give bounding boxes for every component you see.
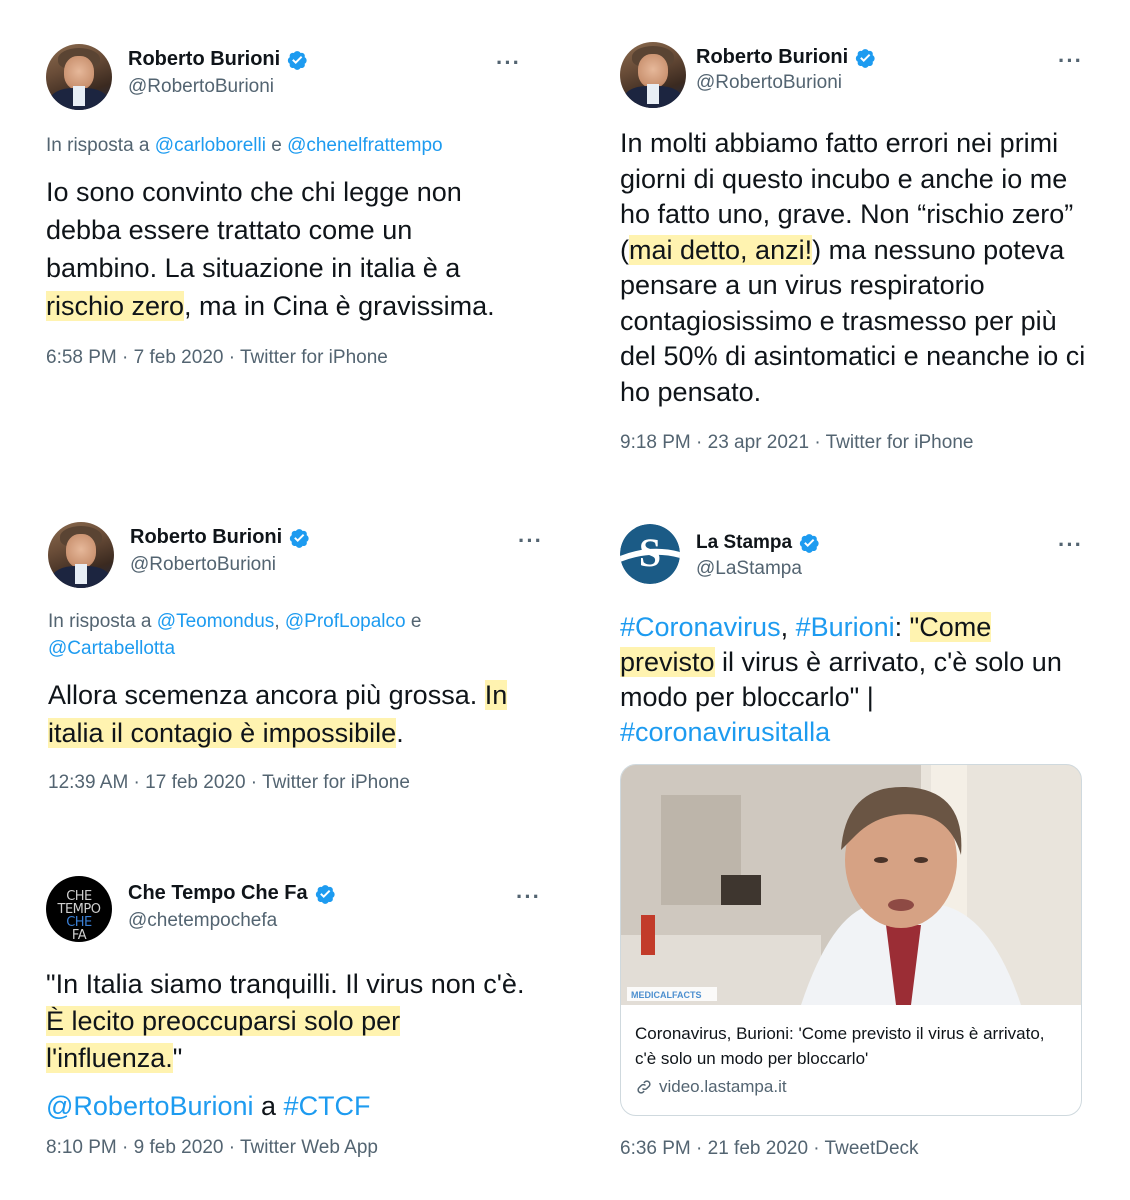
- video-frame-image: MEDICALFACTS: [621, 765, 1081, 1005]
- author-handle[interactable]: @RobertoBurioni: [696, 72, 842, 94]
- tweet-text: Allora scemenza ancora più grossa. In it…: [48, 680, 508, 748]
- author-name[interactable]: Roberto Burioni: [130, 526, 282, 549]
- mention-link[interactable]: @Cartabellotta: [48, 638, 175, 659]
- tweet-burioni-1[interactable]: Roberto Burioni @RobertoBurioni ··· In r…: [46, 44, 526, 369]
- mention-link[interactable]: @ProfLopalco: [285, 611, 406, 632]
- card-domain[interactable]: video.lastampa.it: [635, 1077, 787, 1097]
- avatar[interactable]: CHE TEMPO CHE FA: [46, 876, 112, 942]
- verified-badge-icon: [288, 527, 310, 549]
- verified-badge-icon: [286, 49, 308, 71]
- lastampa-logo-icon: S: [620, 524, 680, 584]
- svg-text:S: S: [639, 530, 661, 575]
- author-handle[interactable]: @LaStampa: [696, 558, 802, 580]
- tweet-timestamp[interactable]: 9:18 PM · 23 apr 2021 · Twitter for iPho…: [620, 432, 1090, 454]
- tweet-mentions: @RobertoBurioni a #CTCF: [46, 1091, 371, 1121]
- tweet-text: "In Italia siamo tranquilli. Il virus no…: [46, 969, 525, 1073]
- tweet-timestamp[interactable]: 8:10 PM · 9 feb 2020 · Twitter Web App: [46, 1137, 536, 1159]
- verified-badge-icon: [798, 532, 820, 554]
- tweet-lastampa[interactable]: S La Stampa @LaStampa ··· #Coronavirus, …: [620, 524, 1090, 750]
- video-thumbnail[interactable]: MEDICALFACTS: [621, 765, 1081, 1005]
- hashtag-link[interactable]: #coronavirusitalla: [620, 717, 830, 747]
- author-name[interactable]: Roberto Burioni: [696, 46, 848, 69]
- reply-context: In risposta a @Teomondus, @ProfLopalco e…: [48, 611, 422, 659]
- tweet-timestamp[interactable]: 6:58 PM · 7 feb 2020 · Twitter for iPhon…: [46, 347, 526, 369]
- more-options-icon[interactable]: ···: [1058, 532, 1083, 558]
- mention-link[interactable]: @carloborelli: [155, 135, 266, 156]
- tweet-burioni-2[interactable]: Roberto Burioni @RobertoBurioni ··· In m…: [620, 42, 1090, 454]
- tweet-burioni-3[interactable]: Roberto Burioni @RobertoBurioni ··· In r…: [48, 522, 542, 794]
- tweet-text: Io sono convinto che chi legge non debba…: [46, 177, 495, 321]
- author-name[interactable]: Che Tempo Che Fa: [128, 882, 308, 905]
- ctcf-logo: CHE TEMPO CHE FA: [57, 889, 101, 942]
- author-name[interactable]: Roberto Burioni: [128, 48, 280, 71]
- tweet-timestamp[interactable]: 12:39 AM · 17 feb 2020 · Twitter for iPh…: [48, 772, 528, 794]
- mention-link[interactable]: @RobertoBurioni: [46, 1091, 254, 1121]
- tweet-chetempochefa[interactable]: CHE TEMPO CHE FA Che Tempo Che Fa @chete…: [46, 876, 540, 1159]
- tweet-timestamp[interactable]: 6:36 PM · 21 feb 2020 · TweetDeck: [620, 1138, 919, 1160]
- more-options-icon[interactable]: ···: [1058, 48, 1083, 74]
- link-icon: [637, 1080, 651, 1094]
- more-options-icon[interactable]: ···: [496, 50, 521, 76]
- mention-link[interactable]: @chenelfrattempo: [287, 135, 443, 156]
- highlight: mai detto, anzi!: [629, 234, 813, 265]
- verified-badge-icon: [854, 47, 876, 69]
- author-name[interactable]: La Stampa: [696, 532, 792, 554]
- reply-context: In risposta a @carloborelli e @chenelfra…: [46, 135, 443, 156]
- medicalfacts-watermark: MEDICALFACTS: [631, 990, 702, 1000]
- highlight: È lecito preoccuparsi solo per l'influen…: [46, 1006, 401, 1073]
- avatar[interactable]: [620, 42, 686, 108]
- tweet-text: #Coronavirus, #Burioni: "Come previsto i…: [620, 612, 1062, 747]
- card-title[interactable]: Coronavirus, Burioni: 'Come previsto il …: [635, 1021, 1065, 1071]
- hashtag-link[interactable]: #Coronavirus: [620, 612, 781, 642]
- author-handle[interactable]: @RobertoBurioni: [130, 554, 276, 576]
- avatar[interactable]: [48, 522, 114, 588]
- hashtag-link[interactable]: #CTCF: [284, 1091, 371, 1121]
- more-options-icon[interactable]: ···: [516, 884, 541, 910]
- author-handle[interactable]: @chetempochefa: [128, 910, 277, 932]
- highlight: rischio zero: [46, 291, 185, 321]
- hashtag-link[interactable]: #Burioni: [796, 612, 895, 642]
- author-handle[interactable]: @RobertoBurioni: [128, 76, 274, 98]
- avatar[interactable]: S: [620, 524, 680, 584]
- verified-badge-icon: [314, 883, 336, 905]
- link-preview-card[interactable]: MEDICALFACTS Coronavirus, Burioni: 'Come…: [620, 764, 1082, 1116]
- more-options-icon[interactable]: ···: [518, 528, 543, 554]
- tweet-text: In molti abbiamo fatto errori nei primi …: [620, 128, 1086, 407]
- avatar[interactable]: [46, 44, 112, 110]
- mention-link[interactable]: @Teomondus: [157, 611, 275, 632]
